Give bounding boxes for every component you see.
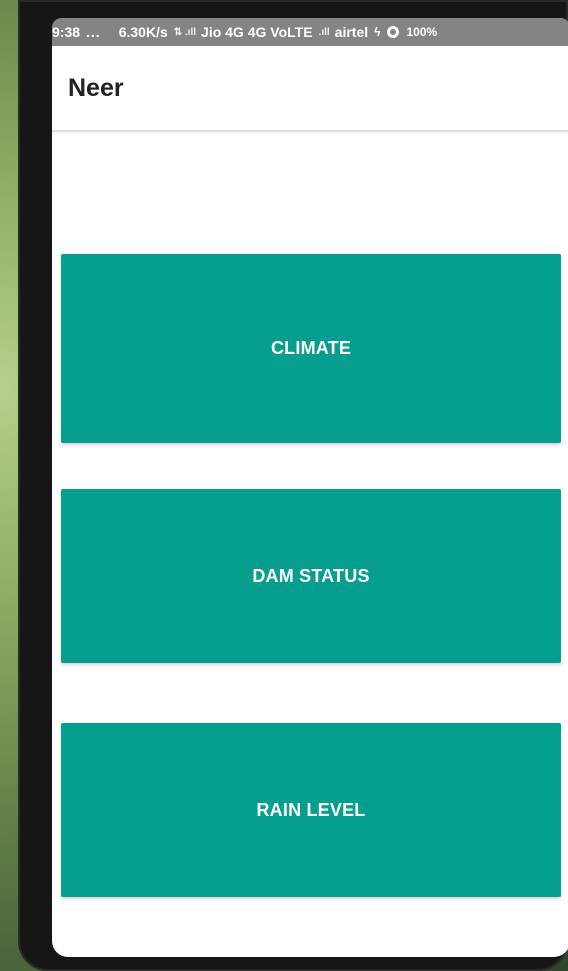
status-battery-level: 100%: [406, 25, 438, 39]
signal-icon: ⇅ .ıll: [173, 26, 197, 38]
climate-button-label: CLIMATE: [270, 338, 352, 358]
rain-level-button[interactable]: RAIN LEVEL: [61, 723, 561, 897]
dam-status-button[interactable]: DAM STATUS: [61, 489, 561, 663]
page-title: Neer: [68, 74, 124, 102]
rain-level-button-label: RAIN LEVEL: [256, 799, 366, 820]
status-carrier-1: Jio 4G 4G VoLTE: [201, 24, 313, 40]
battery-ring-icon: [386, 26, 399, 38]
app-screen: 9:38 ... 6.30K/s ⇅ .ıll Jio 4G 4G VoLTE …: [52, 18, 568, 957]
charging-icon: ϟ: [374, 25, 381, 39]
app-bar: Neer: [52, 46, 568, 132]
phone-frame: 9:38 ... 6.30K/s ⇅ .ıll Jio 4G 4G VoLTE …: [18, 0, 568, 971]
status-notification-dots: ...: [86, 24, 101, 40]
dam-status-button-label: DAM STATUS: [252, 565, 370, 586]
climate-button[interactable]: CLIMATE: [61, 254, 561, 443]
signal-2-icon: .ıll: [318, 26, 330, 38]
status-network-speed: 6.30K/s: [118, 24, 168, 40]
status-time: 9:38: [52, 24, 81, 40]
status-carrier-2: airtel: [334, 24, 369, 40]
status-bar: 9:38 ... 6.30K/s ⇅ .ıll Jio 4G 4G VoLTE …: [52, 18, 568, 46]
